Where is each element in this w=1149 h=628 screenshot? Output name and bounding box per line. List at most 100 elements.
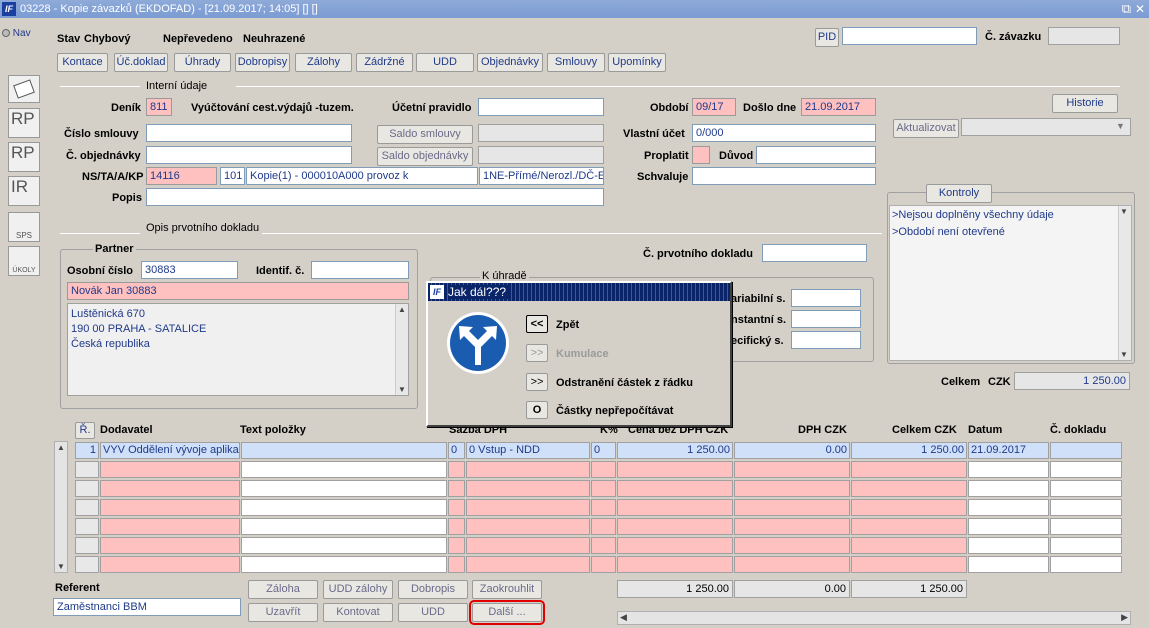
vlastni-ucet-field[interactable]: 0/000 (692, 124, 876, 142)
ukoly-icon[interactable]: ÚKOLY (8, 246, 40, 276)
zaloha-button[interactable]: Záloha (248, 580, 318, 599)
variabilni-field[interactable] (791, 289, 861, 307)
zaokrouhlit-button[interactable]: Zaokrouhlit (472, 580, 542, 599)
schvaluje-field[interactable] (692, 167, 876, 185)
form-hand-icon[interactable] (8, 75, 40, 103)
cell-k[interactable] (591, 499, 616, 516)
cell-k[interactable] (591, 556, 616, 573)
cell-sazba-code[interactable] (448, 480, 465, 497)
dalsi-button[interactable]: Další ... (469, 600, 545, 625)
rp-icon[interactable]: RP (8, 108, 40, 138)
cell-c-dokladu[interactable] (1050, 442, 1122, 459)
saldo-smlouvy-field[interactable] (478, 124, 604, 142)
cell-text[interactable] (241, 537, 447, 554)
rp-icon-2[interactable]: RP (8, 142, 40, 172)
denik-field[interactable]: 811 (146, 98, 172, 116)
duvod-field[interactable] (756, 146, 876, 164)
cell-celkem[interactable] (851, 556, 967, 573)
cell-dph[interactable] (734, 499, 850, 516)
uhrady-button[interactable]: Úhrady (174, 53, 231, 72)
zpet-option[interactable]: Zpět (556, 319, 579, 331)
cell-dodavatel[interactable] (100, 461, 240, 478)
cell-cena[interactable] (617, 556, 733, 573)
cell-k[interactable] (591, 537, 616, 554)
dobropis-button[interactable]: Dobropis (398, 580, 468, 599)
celkem-field[interactable]: 1 250.00 (1014, 372, 1130, 390)
aktualizovat-button[interactable]: Aktualizovat (893, 119, 959, 138)
close-icon[interactable]: ✕ (1135, 2, 1145, 16)
scroll-up-icon[interactable]: ▼ (1120, 207, 1128, 216)
cislo-prvotniho-field[interactable] (762, 244, 867, 262)
cell-datum[interactable]: 21.09.2017 (968, 442, 1049, 459)
cell-k[interactable] (591, 518, 616, 535)
kontroly-list[interactable]: >Nejsou doplněny všechny údaje >Období n… (889, 205, 1132, 361)
cell-dodavatel[interactable] (100, 556, 240, 573)
a-field[interactable]: Kopie(1) - 000010A000 provoz k (246, 167, 478, 185)
cell-celkem[interactable] (851, 461, 967, 478)
cell-text[interactable] (241, 442, 447, 459)
cell-sazba-code[interactable]: 0 (448, 442, 465, 459)
cell-celkem[interactable] (851, 537, 967, 554)
odstraneni-option[interactable]: Odstranění částek z řádku (556, 377, 693, 389)
konstantni-field[interactable] (791, 310, 861, 328)
cell-sazba-code[interactable] (448, 556, 465, 573)
ir-icon[interactable]: IR (8, 176, 40, 206)
c-objednavky-field[interactable] (146, 146, 352, 164)
cell-celkem[interactable] (851, 518, 967, 535)
saldo-smlouvy-button[interactable]: Saldo smlouvy (377, 125, 473, 144)
address-box[interactable]: Luštěnická 670 190 00 PRAHA - SATALICE Č… (67, 303, 409, 396)
cell-c-dokladu[interactable] (1050, 518, 1122, 535)
cell-dph[interactable] (734, 480, 850, 497)
cell-k[interactable] (591, 480, 616, 497)
upominky-button[interactable]: Upomínky (608, 53, 666, 72)
smlouvy-button[interactable]: Smlouvy (547, 53, 605, 72)
ns-field[interactable]: 14116 (146, 167, 217, 185)
cell-datum[interactable] (968, 556, 1049, 573)
osobni-cislo-field[interactable]: 30883 (141, 261, 238, 279)
cell-k[interactable]: 0 (591, 442, 616, 459)
odstraneni-key-button[interactable]: >> (526, 373, 548, 391)
address-scrollbar[interactable]: ▲ ▼ (395, 304, 408, 395)
cell-dph[interactable] (734, 537, 850, 554)
cell-sazba[interactable]: 0 Vstup - NDD (466, 442, 590, 459)
scroll-up-icon[interactable]: ▲ (398, 305, 406, 314)
uzavrit-button[interactable]: Uzavřít (248, 603, 318, 622)
kontace-button[interactable]: Kontace (57, 53, 108, 72)
cell-sazba[interactable] (466, 499, 590, 516)
udd-zalohy-button[interactable]: UDD zálohy (323, 580, 393, 599)
nepreprocitavat-key-button[interactable]: O (526, 401, 548, 419)
grid-scrollbar[interactable]: ▲ ▼ (54, 441, 68, 573)
cell-datum[interactable] (968, 461, 1049, 478)
cell-sazba[interactable] (466, 518, 590, 535)
chevron-down-icon[interactable]: ▼ (1116, 121, 1125, 131)
dobropisy-button[interactable]: Dobropisy (235, 53, 290, 72)
cell-cena[interactable] (617, 480, 733, 497)
aktualizovat-select[interactable] (961, 118, 1131, 136)
dialog-titlebar[interactable]: IF Jak dál??? (428, 283, 730, 301)
cell-dodavatel[interactable]: VYV Oddělení vývoje aplika (100, 442, 240, 459)
cell-datum[interactable] (968, 499, 1049, 516)
ucdoklad-button[interactable]: Úč.doklad (114, 53, 168, 72)
cell-datum[interactable] (968, 480, 1049, 497)
pid-button[interactable]: PID (815, 28, 839, 47)
ucetni-pravidlo-field[interactable] (478, 98, 604, 116)
popis-field[interactable] (146, 188, 604, 206)
cislo-smlouvy-field[interactable] (146, 124, 352, 142)
kumulace-key-button[interactable]: >> (526, 344, 548, 362)
nav-button[interactable]: Nav (2, 28, 31, 39)
scroll-down-icon[interactable]: ▼ (1120, 350, 1128, 359)
cell-dodavatel[interactable] (100, 499, 240, 516)
kontroly-button[interactable]: Kontroly (926, 184, 992, 203)
cell-dph[interactable]: 0.00 (734, 442, 850, 459)
nepreprocitavat-option[interactable]: Částky nepřepočítávat (556, 405, 673, 417)
cell-sazba[interactable] (466, 461, 590, 478)
historie-button[interactable]: Historie (1052, 94, 1118, 113)
udd-footer-button[interactable]: UDD (398, 603, 468, 622)
cell-text[interactable] (241, 461, 447, 478)
cell-dph[interactable] (734, 461, 850, 478)
zalohy-button[interactable]: Zálohy (295, 53, 352, 72)
cell-celkem[interactable] (851, 480, 967, 497)
pid-field[interactable] (842, 27, 977, 45)
cell-datum[interactable] (968, 537, 1049, 554)
cell-dph[interactable] (734, 518, 850, 535)
